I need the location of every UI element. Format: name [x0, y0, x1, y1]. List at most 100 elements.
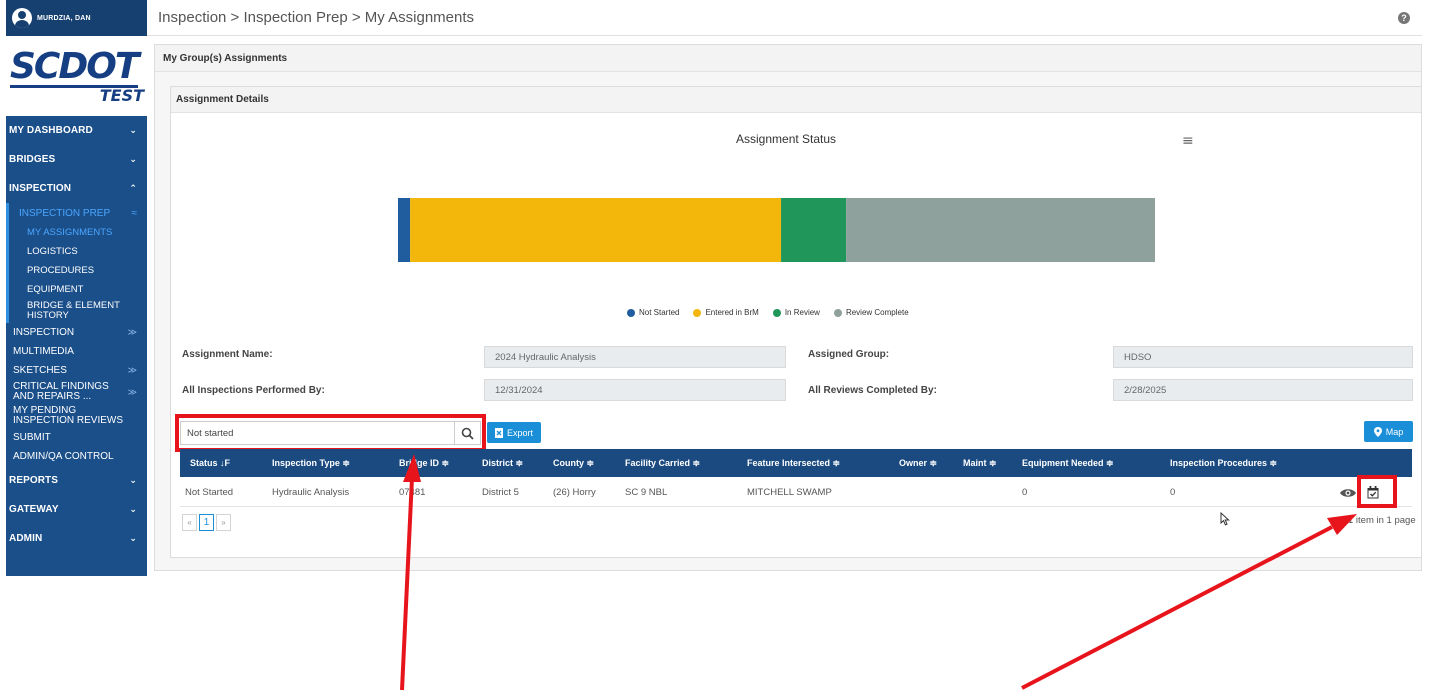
help-icon[interactable]: ? — [1398, 11, 1410, 24]
col-bridge-id[interactable]: Bridge ID ≑ — [399, 449, 449, 477]
page: MURDZIA, DAN SCDOT TEST MY DASHBOARD ⌄ BR… — [0, 0, 1442, 698]
bar-segment-entered-in-brm[interactable] — [410, 198, 782, 262]
inspections-by-label: All Inspections Performed By: — [182, 385, 325, 396]
legend-item[interactable]: In Review — [772, 308, 820, 317]
col-inspection-type[interactable]: Inspection Type ≑ — [272, 449, 350, 477]
table-header: Status ↓F Inspection Type ≑ Bridge ID ≑ … — [180, 449, 1412, 477]
map-button[interactable]: Map — [1364, 421, 1413, 442]
sidebar-item-label: CRITICAL FINDINGS AND REPAIRS ... — [13, 381, 109, 402]
action-highlight-box — [1357, 475, 1397, 508]
assigned-group-label: Assigned Group: — [808, 349, 890, 360]
legend-dot — [627, 308, 635, 317]
assignment-name-field: 2024 Hydraulic Analysis — [484, 346, 786, 368]
sidebar-item-label: BRIDGES — [9, 154, 56, 165]
cell-county: (26) Horry — [553, 487, 596, 498]
assigned-group-field: HDSO — [1113, 346, 1413, 368]
chevron-double-up-icon: ≈ — [131, 207, 138, 219]
export-button[interactable]: Export — [487, 422, 541, 443]
inspections-by-field: 12/31/2024 — [484, 379, 786, 401]
eye-icon — [1340, 488, 1356, 497]
sidebar-nav: MY DASHBOARD ⌄ BRIDGES ⌄ INSPECTION ⌃ INSPE… — [6, 116, 147, 553]
sidebar-item-pending-reviews[interactable]: MY PENDING INSPECTION REVIEWS — [6, 404, 147, 428]
sidebar-item-critical-findings[interactable]: CRITICAL FINDINGS AND REPAIRS ... ≫ — [6, 380, 147, 404]
sidebar-item-my-assignments[interactable]: MY ASSIGNMENTS — [6, 223, 147, 242]
legend-label: Not Started — [639, 308, 680, 317]
sidebar-item-bridge-element-history[interactable]: BRIDGE & ELEMENT HISTORY — [6, 299, 147, 323]
sidebar-item-reports[interactable]: REPORTS ⌄ — [6, 466, 147, 495]
legend-label: Entered in BrM — [705, 308, 759, 317]
sidebar-item-submit[interactable]: SUBMIT — [6, 428, 147, 447]
logo-main: SCDOT — [10, 45, 139, 87]
map-marker-icon — [1373, 426, 1382, 437]
sidebar-item-multimedia[interactable]: MULTIMEDIA — [6, 342, 147, 361]
sidebar-item-label: INSPECTION — [9, 183, 72, 194]
sidebar-item-my-dashboard[interactable]: MY DASHBOARD ⌄ — [6, 116, 147, 145]
col-equipment-needed[interactable]: Equipment Needed ≑ — [1022, 449, 1114, 477]
bar-segment-in-review[interactable] — [781, 198, 847, 262]
view-button[interactable] — [1340, 479, 1356, 506]
page-1-button[interactable]: 1 — [199, 514, 214, 531]
breadcrumb: Inspection > Inspection Prep > My Assign… — [158, 9, 475, 26]
sidebar-item-procedures[interactable]: PROCEDURES — [6, 261, 147, 280]
legend-item[interactable]: Review Complete — [833, 308, 909, 317]
cell-equipment: 0 — [1022, 487, 1028, 498]
col-county[interactable]: County ≑ — [553, 449, 594, 477]
next-page-button[interactable]: » — [216, 514, 231, 531]
sidebar-item-inspection[interactable]: INSPECTION ⌃ — [6, 174, 147, 203]
sidebar-item-label: INSPECTION — [13, 327, 75, 338]
user-name: MURDZIA, DAN — [37, 14, 91, 22]
chevron-double-down-icon: ≫ — [127, 327, 137, 337]
logo[interactable]: SCDOT TEST — [6, 36, 147, 116]
sidebar-item-gateway[interactable]: GATEWAY ⌄ — [6, 495, 147, 524]
chart-title: Assignment Status — [736, 132, 837, 146]
cell-procedures: 0 — [1170, 487, 1176, 498]
export-label: Export — [506, 427, 533, 438]
user-bar[interactable]: MURDZIA, DAN — [6, 0, 147, 36]
assignment-name-label: Assignment Name: — [182, 349, 273, 360]
map-label: Map — [1385, 426, 1404, 437]
sidebar-item-inspection-sub[interactable]: INSPECTION ≫ — [6, 323, 147, 342]
table-row[interactable]: Not Started Hydraulic Analysis 07481 Dis… — [180, 479, 1412, 507]
legend-item[interactable]: Not Started — [627, 308, 679, 317]
cell-facility: SC 9 NBL — [625, 487, 668, 498]
prev-page-button[interactable]: « — [182, 514, 197, 531]
avatar-icon — [12, 8, 32, 28]
legend-dot — [693, 308, 702, 317]
pagination: « 1 » — [182, 514, 231, 531]
sidebar-item-logistics[interactable]: LOGISTICS — [6, 242, 147, 261]
sidebar-item-bridges[interactable]: BRIDGES ⌄ — [6, 145, 147, 174]
legend-item[interactable]: Entered in BrM — [693, 308, 759, 317]
cell-bridge-id: 07481 — [399, 487, 426, 498]
col-feature-intersected[interactable]: Feature Intersected ≑ — [747, 449, 840, 477]
legend-dot — [772, 308, 781, 317]
col-status[interactable]: Status ↓F — [190, 449, 230, 477]
sidebar: MURDZIA, DAN SCDOT TEST MY DASHBOARD ⌄ BR… — [6, 0, 147, 576]
cell-district: District 5 — [482, 487, 519, 498]
col-owner[interactable]: Owner ≑ — [899, 449, 937, 477]
sidebar-item-label: MY PENDING INSPECTION REVIEWS — [13, 405, 124, 426]
details-panel-title: Assignment Details — [171, 87, 1421, 113]
chevron-up-icon: ⌃ — [129, 183, 137, 194]
sidebar-item-equipment[interactable]: EQUIPMENT — [6, 280, 147, 299]
hamburger-menu-icon[interactable]: ≡ — [1182, 133, 1194, 149]
sidebar-item-admin[interactable]: ADMIN ⌄ — [6, 524, 147, 553]
bar-segment-review-complete[interactable] — [846, 198, 1155, 262]
chevron-down-icon: ⌄ — [129, 533, 137, 544]
col-district[interactable]: District ≑ — [482, 449, 523, 477]
cell-inspection-type: Hydraulic Analysis — [272, 487, 350, 498]
mouse-cursor-icon — [1220, 512, 1230, 526]
legend-label: In Review — [784, 308, 820, 317]
sidebar-item-admin-qa[interactable]: ADMIN/QA CONTROL — [6, 447, 147, 466]
cell-feature: MITCHELL SWAMP — [747, 487, 832, 498]
sidebar-item-label: REPORTS — [9, 475, 59, 486]
bar-segment-not-started[interactable] — [398, 198, 411, 262]
col-inspection-procedures[interactable]: Inspection Procedures ≑ — [1170, 449, 1277, 477]
col-maint[interactable]: Maint ≑ — [963, 449, 997, 477]
sidebar-item-label: MY DASHBOARD — [9, 125, 93, 136]
col-facility-carried[interactable]: Facility Carried ≑ — [625, 449, 700, 477]
reviews-by-field: 2/28/2025 — [1113, 379, 1413, 401]
sidebar-item-sketches[interactable]: SKETCHES ≫ — [6, 361, 147, 380]
sidebar-item-inspection-prep[interactable]: INSPECTION PREP ≈ — [6, 203, 147, 223]
cell-status: Not Started — [185, 487, 234, 498]
chevron-double-down-icon: ≫ — [127, 387, 137, 397]
